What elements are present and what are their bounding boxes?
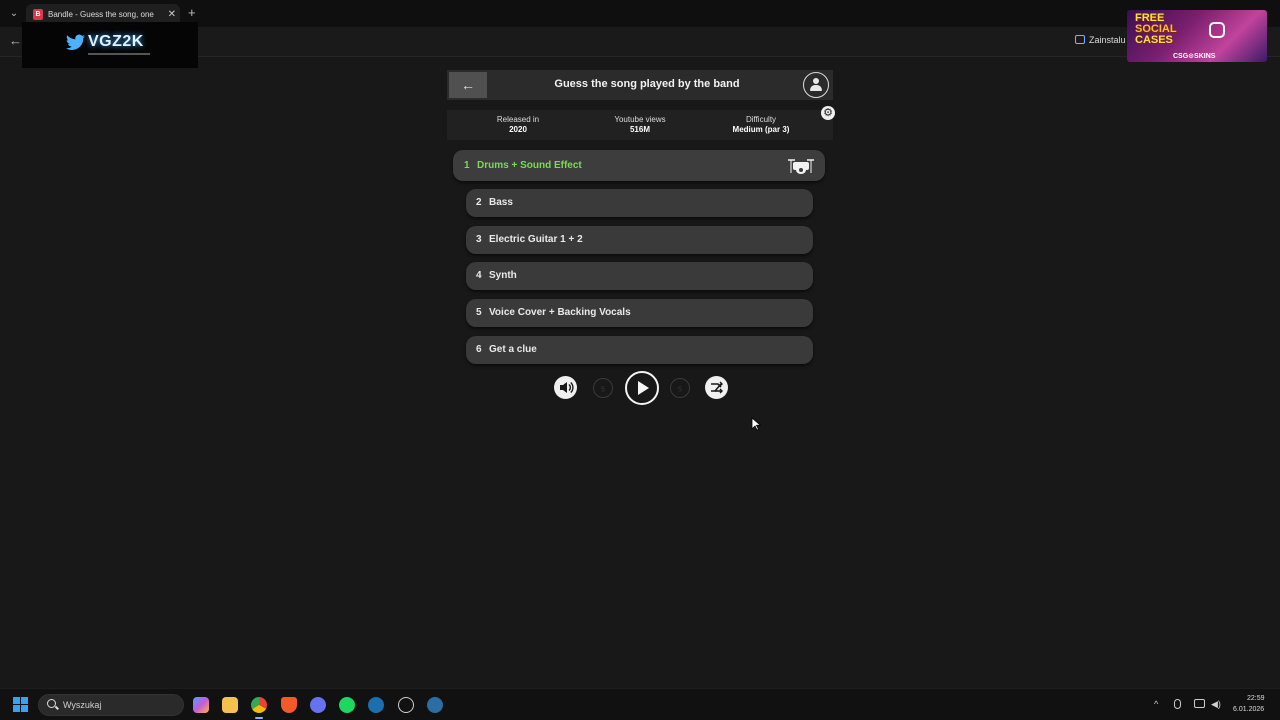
game-header: ← Guess the song played by the band — [447, 70, 833, 100]
speaker-icon[interactable]: ◀) — [1211, 699, 1221, 710]
new-tab-icon[interactable]: + — [188, 5, 196, 21]
difficulty-label: Difficulty — [745, 115, 777, 124]
file-explorer-icon[interactable] — [222, 697, 238, 713]
track-label: 4 Synth — [476, 270, 517, 281]
track-item-drums[interactable]: 1 Drums + Sound Effect — [453, 150, 825, 181]
start-tile — [21, 697, 28, 704]
track-number: 5 — [476, 307, 482, 318]
rewind-5-icon[interactable]: 5 — [593, 378, 613, 398]
ad-banner: FREE SOCIAL CASES CSG⊙SKINS — [1127, 10, 1267, 62]
start-tile — [13, 697, 20, 704]
copilot-icon[interactable] — [193, 697, 209, 713]
page-title: Guess the song played by the band — [554, 78, 740, 90]
views-info: Youtube views 516M — [580, 115, 700, 135]
brave-icon[interactable] — [281, 697, 297, 713]
track-item-bass[interactable]: 2 Bass — [466, 189, 813, 217]
discord-icon[interactable] — [310, 697, 326, 713]
track-label: 3 Electric Guitar 1 + 2 — [476, 234, 583, 245]
app-icon[interactable] — [398, 697, 414, 713]
mouse-cursor-icon — [751, 417, 762, 431]
svg-text:5: 5 — [678, 387, 682, 394]
tray-time[interactable]: 22:59 — [1247, 695, 1265, 702]
windows-taskbar: Wyszukaj ^ ◀) 22:59 6.01.2026 — [0, 688, 1280, 720]
track-name: Bass — [489, 197, 513, 208]
tray-date[interactable]: 6.01.2026 — [1233, 706, 1264, 713]
ad-brand: CSG⊙SKINS — [1173, 53, 1216, 60]
tab-close-icon[interactable]: ✕ — [168, 8, 176, 21]
tab-title: Bandle - Guess the song, one in — [48, 10, 156, 19]
microphone-icon[interactable] — [1174, 699, 1181, 709]
logo-underline — [88, 53, 150, 55]
tray-chevron-up-icon[interactable]: ^ — [1154, 699, 1158, 709]
track-item-clue[interactable]: 6 Get a clue — [466, 336, 813, 364]
install-label: Zainstalu — [1089, 35, 1126, 45]
browser-back-icon[interactable]: ← — [9, 33, 22, 48]
player-controls: 5 5 — [552, 370, 732, 406]
start-tile — [21, 705, 28, 712]
steam-icon[interactable] — [427, 697, 443, 713]
difficulty-value: Medium (par 3) — [732, 125, 790, 134]
track-number: 6 — [476, 344, 482, 355]
volume-icon[interactable] — [554, 376, 577, 399]
active-app-indicator — [255, 717, 263, 719]
forward-5-icon[interactable]: 5 — [670, 378, 690, 398]
bandle-favicon-icon: B — [33, 9, 43, 20]
views-value: 516M — [629, 125, 650, 134]
views-label: Youtube views — [614, 115, 666, 124]
install-app-button[interactable]: Zainstalu — [1075, 35, 1126, 45]
user-icon-body — [810, 85, 822, 91]
track-label: 2 Bass — [476, 197, 513, 208]
track-name: Drums + Sound Effect — [477, 160, 582, 171]
track-name: Synth — [489, 270, 517, 281]
track-number: 1 — [464, 160, 470, 171]
ad-headline: FREE SOCIAL CASES — [1135, 13, 1197, 46]
released-label: Released in — [496, 115, 540, 124]
chrome-icon[interactable] — [251, 697, 267, 713]
released-value: 2020 — [509, 125, 527, 134]
tab-search-chevron-icon[interactable]: ⌄ — [6, 6, 22, 22]
difficulty-info: Difficulty Medium (par 3) — [701, 115, 821, 135]
search-icon — [47, 699, 56, 708]
track-label: 6 Get a clue — [476, 344, 537, 355]
track-name: Voice Cover + Backing Vocals — [489, 307, 631, 318]
instagram-icon — [1209, 22, 1225, 38]
settings-gear-icon[interactable]: ⚙ — [821, 106, 835, 120]
logo-text: VGZ2K — [88, 33, 144, 50]
install-icon — [1075, 35, 1085, 44]
windows-start-icon[interactable] — [13, 697, 29, 713]
spotify-icon[interactable] — [339, 697, 355, 713]
search-placeholder: Wyszukaj — [63, 700, 102, 710]
skip-icon[interactable] — [705, 376, 728, 399]
network-icon[interactable] — [1194, 699, 1205, 708]
track-number: 2 — [476, 197, 482, 208]
song-info-bar: Released in 2020 Youtube views 516M Diff… — [447, 110, 833, 140]
play-icon[interactable] — [625, 371, 659, 405]
track-item-vocals[interactable]: 5 Voice Cover + Backing Vocals — [466, 299, 813, 327]
svg-text:5: 5 — [601, 387, 605, 394]
profile-button[interactable] — [803, 72, 829, 98]
track-item-guitar[interactable]: 3 Electric Guitar 1 + 2 — [466, 226, 813, 254]
drum-kit-icon — [787, 157, 815, 175]
track-name: Electric Guitar 1 + 2 — [489, 234, 583, 245]
track-number: 3 — [476, 234, 482, 245]
back-button[interactable]: ← — [449, 72, 487, 98]
track-item-synth[interactable]: 4 Synth — [466, 262, 813, 290]
user-icon — [813, 78, 819, 84]
track-label: 5 Voice Cover + Backing Vocals — [476, 307, 631, 318]
track-number: 4 — [476, 270, 482, 281]
twitter-bird-icon — [66, 34, 86, 50]
track-name: Get a clue — [489, 344, 537, 355]
taskbar-search-input[interactable]: Wyszukaj — [38, 694, 184, 716]
stream-logo-overlay: VGZ2K — [22, 22, 198, 68]
released-info: Released in 2020 — [458, 115, 578, 135]
track-label: 1 Drums + Sound Effect — [464, 160, 582, 171]
start-tile — [13, 705, 20, 712]
ad-line-3: CASES — [1135, 34, 1173, 46]
steam-icon[interactable] — [368, 697, 384, 713]
